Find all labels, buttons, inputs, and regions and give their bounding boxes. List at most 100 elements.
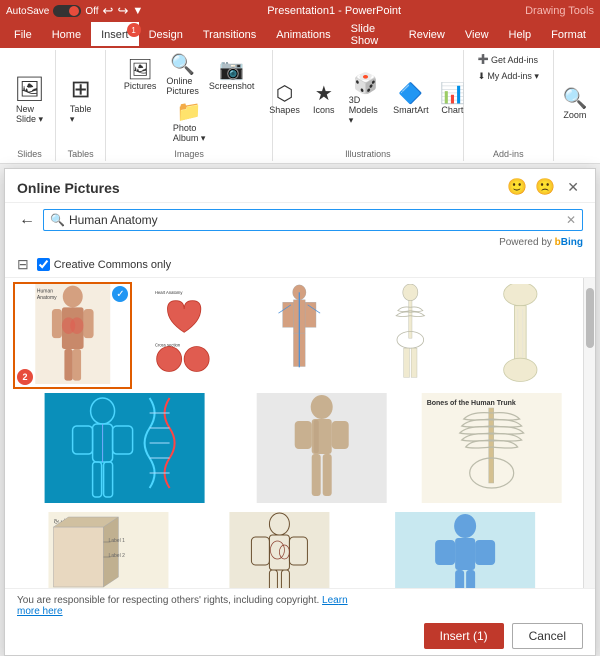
image-cell-4[interactable] <box>356 282 465 389</box>
smiley-happy-icon[interactable]: 🙂 <box>507 177 527 198</box>
autosave-indicator <box>53 5 81 17</box>
shapes-icon: ⬡ <box>276 84 293 104</box>
filter-icon[interactable]: ⊟ <box>17 256 29 273</box>
table-icon: ⊞ <box>71 75 91 104</box>
zoom-button[interactable]: 🔍 Zoom <box>557 86 593 123</box>
tab-bar: File Home Insert 1 Design Transitions An… <box>0 22 600 48</box>
new-slide-icon: 🖼 <box>14 75 44 104</box>
bone-detail-image <box>468 284 573 384</box>
bing-logo: bBing <box>555 237 583 248</box>
svg-text:Heart Anatomy: Heart Anatomy <box>155 290 183 295</box>
ribbon-group-illustrations: ⬡ Shapes ★ Icons 🎲 3DModels ▾ 🔷 SmartArt… <box>273 50 464 161</box>
creative-commons-label: Creative Commons only <box>54 259 171 271</box>
creative-commons-filter[interactable]: Creative Commons only <box>37 258 171 271</box>
badge-1: 1 <box>127 23 141 37</box>
dialog-footer: You are responsible for respecting other… <box>5 588 595 655</box>
svg-text:Human: Human <box>37 288 53 294</box>
tab-insert[interactable]: Insert 1 <box>91 22 139 48</box>
redo-icon[interactable]: ↪ <box>117 3 128 19</box>
image-cell-5[interactable] <box>466 282 575 389</box>
bones-trunk-image: Bones of the Human Trunk <box>410 393 573 503</box>
tab-animations[interactable]: Animations <box>266 22 340 48</box>
scrollbar-vertical[interactable] <box>583 278 595 588</box>
close-button[interactable]: ✕ <box>563 177 583 198</box>
powered-by: Powered by bBing <box>5 237 595 252</box>
table-button[interactable]: ⊞ Table ▾ <box>62 71 100 129</box>
search-input[interactable] <box>69 213 566 227</box>
image-cell-3[interactable] <box>245 282 354 389</box>
get-addins-icon: ➕ <box>478 54 489 65</box>
arabic-anatomy-image: علم التشريح Label 1 Label 2 <box>15 512 202 588</box>
image-cell-2[interactable]: Heart Anatomy Cross section <box>134 282 243 389</box>
image-cell-10[interactable] <box>206 510 353 588</box>
cancel-button[interactable]: Cancel <box>512 623 583 649</box>
my-addins-button[interactable]: ⬇ My Add-ins ▾ <box>474 69 543 84</box>
addins-group-label: Add-ins <box>493 147 524 159</box>
pictures-icon: 🖼 <box>127 60 152 80</box>
creative-commons-checkbox[interactable] <box>37 258 50 271</box>
ribbon-group-tables: ⊞ Table ▾ Tables <box>56 50 106 161</box>
nervous-system-image <box>247 284 352 384</box>
image-cell-7[interactable] <box>238 391 405 508</box>
badge-2: 2 <box>17 369 33 385</box>
body-dna-image <box>15 393 234 503</box>
ribbon: 🖼 NewSlide ▾ Slides ⊞ Table ▾ Tables 🖼 P <box>0 48 600 164</box>
svg-text:Label 1: Label 1 <box>108 538 125 544</box>
tab-design[interactable]: Design <box>139 22 193 48</box>
icons-icon: ★ <box>315 84 333 104</box>
image-grid-container: Human Anatomy ✓ 2 Heart Anatomy Cross se… <box>5 278 595 588</box>
icons-button[interactable]: ★ Icons <box>306 81 342 118</box>
illustrations-group-label: Illustrations <box>345 147 391 159</box>
more-here-link[interactable]: more here <box>17 606 63 617</box>
screenshot-icon: 📷 <box>219 60 244 80</box>
image-row-2: Bones of the Human Trunk <box>13 391 575 508</box>
3d-models-icon: 🎲 <box>353 74 378 94</box>
pictures-button[interactable]: 🖼 Pictures <box>119 57 162 94</box>
drawing-tools-label: Drawing Tools <box>525 5 594 17</box>
search-bar: ← 🔍 ✕ <box>5 203 595 237</box>
tab-slideshow[interactable]: Slide Show <box>341 22 399 48</box>
heart-anatomy-image: Heart Anatomy Cross section <box>136 284 241 384</box>
tab-file[interactable]: File <box>4 22 42 48</box>
tab-home[interactable]: Home <box>42 22 91 48</box>
dialog-title: Online Pictures <box>17 180 120 196</box>
online-pictures-button[interactable]: 🔍 OnlinePictures <box>161 52 204 99</box>
tab-format[interactable]: Format <box>541 22 596 48</box>
smartart-button[interactable]: 🔷 SmartArt <box>389 81 432 118</box>
svg-text:Label 2: Label 2 <box>108 553 125 559</box>
learn-more-link[interactable]: Learn <box>322 595 348 606</box>
skeleton-image <box>358 284 463 384</box>
screenshot-button[interactable]: 📷 Screenshot <box>204 57 260 94</box>
tab-view[interactable]: View <box>455 22 499 48</box>
tab-review[interactable]: Review <box>399 22 455 48</box>
online-pictures-icon: 🔍 <box>170 55 195 75</box>
tab-transitions[interactable]: Transitions <box>193 22 266 48</box>
search-clear-icon[interactable]: ✕ <box>566 213 576 227</box>
image-cell-6[interactable] <box>13 391 236 508</box>
slides-group-label: Slides <box>17 147 42 159</box>
filter-bar: ⊟ Creative Commons only <box>5 252 595 278</box>
smiley-sad-icon[interactable]: 🙁 <box>535 177 555 198</box>
blue-body-side-image <box>357 512 573 588</box>
svg-text:Bones of the Human Trunk: Bones of the Human Trunk <box>426 400 515 407</box>
new-slide-button[interactable]: 🖼 NewSlide ▾ <box>6 71 52 129</box>
image-cell-11[interactable] <box>355 510 575 588</box>
image-cell-9[interactable]: علم التشريح Label 1 Label 2 <box>13 510 204 588</box>
dialog-header: Online Pictures 🙂 🙁 ✕ <box>5 169 595 203</box>
scrollbar-thumb[interactable] <box>586 288 594 348</box>
undo-icon[interactable]: ↩ <box>103 3 114 19</box>
insert-button[interactable]: Insert (1) <box>424 623 504 649</box>
shapes-button[interactable]: ⬡ Shapes <box>265 81 303 118</box>
get-addins-button[interactable]: ➕ Get Add-ins <box>474 52 542 67</box>
photo-album-button[interactable]: 📁 PhotoAlbum ▾ <box>168 99 211 147</box>
ribbon-group-zoom: 🔍 Zoom <box>554 50 596 161</box>
search-icon: 🔍 <box>50 213 65 227</box>
image-cell-8[interactable]: Bones of the Human Trunk <box>408 391 575 508</box>
3d-models-button[interactable]: 🎲 3DModels ▾ <box>344 71 388 129</box>
tab-help[interactable]: Help <box>499 22 542 48</box>
back-button[interactable]: ← <box>17 209 37 231</box>
footer-buttons: Insert (1) Cancel <box>17 623 583 649</box>
image-cell-1[interactable]: Human Anatomy ✓ 2 <box>13 282 132 389</box>
svg-text:Anatomy: Anatomy <box>37 295 57 301</box>
customize-icon[interactable]: ▼ <box>132 5 143 17</box>
